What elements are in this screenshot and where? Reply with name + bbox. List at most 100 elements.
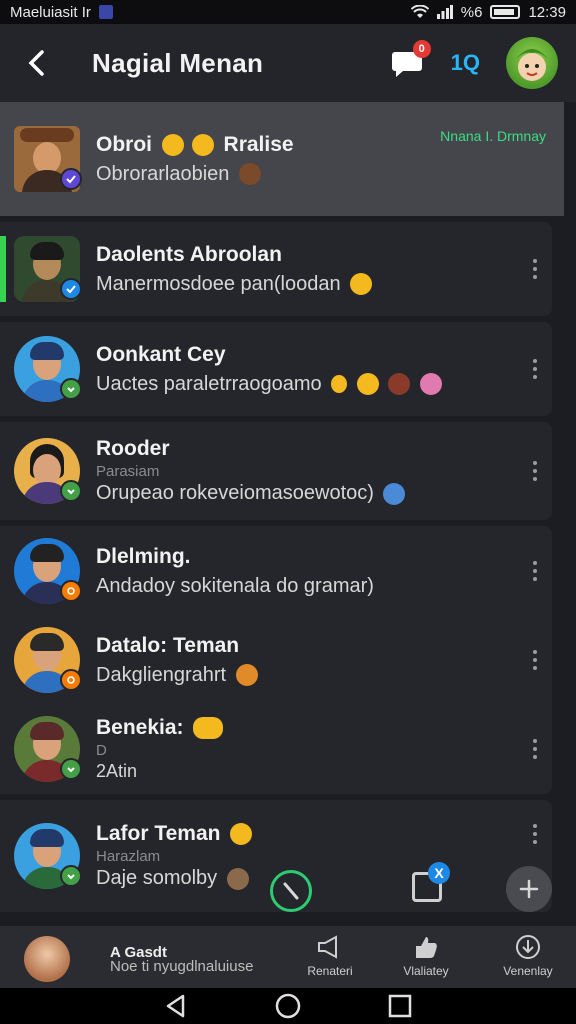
plus-icon [519, 879, 539, 899]
emoji-icon [193, 717, 224, 740]
avatar-icon [516, 49, 548, 81]
chat-name: Daolents Abroolan [96, 242, 282, 266]
avatar [14, 126, 82, 192]
unread-badge: 0 [412, 40, 431, 58]
last-message: 2Atin [96, 761, 138, 781]
page-title: Nagial Menan [92, 47, 264, 78]
more-options-icon[interactable] [532, 461, 538, 481]
chevron-left-icon [28, 50, 44, 76]
chat-name: Benekia: [96, 716, 552, 740]
status-icon [60, 669, 82, 691]
more-options-icon[interactable] [532, 739, 538, 759]
emoji-icon [235, 664, 258, 687]
last-message: Uactes paraletrraogoamo [96, 373, 552, 396]
chat-group: Dlelming. Andadoy sokitenala do gramar) … [0, 526, 552, 794]
chat-name: Lafor Teman [96, 822, 552, 846]
last-message: Andadoy sokitenala do gramar) [96, 574, 374, 597]
app-notification-icon [98, 5, 113, 19]
avatar [14, 627, 82, 693]
megaphone-icon [318, 935, 337, 959]
chat-subtitle: D [96, 742, 107, 759]
avatar [14, 716, 82, 782]
battery-icon [490, 5, 521, 19]
nav-item-venenlay[interactable]: Venenlay [488, 934, 568, 978]
bottom-navigation: A Gasdt Noe ti nyugdlnaluiuse Renateri V… [0, 926, 576, 988]
online-status-icon [60, 378, 82, 400]
chat-row-oonkant[interactable]: Oonkant Cey Uactes paraletrraogoamo [0, 322, 552, 416]
chat-name: Datalo: Teman [96, 633, 240, 657]
last-message: Daje somolby [96, 867, 552, 890]
avatar [14, 236, 82, 302]
nav-item-renateri[interactable]: Renateri [290, 934, 370, 978]
emoji-icon [419, 373, 442, 396]
download-icon [516, 935, 540, 959]
chat-row-datalo[interactable]: Datalo: Teman Dakgliengrahrt [0, 616, 552, 704]
chat-row-obroi[interactable]: Obroi Rralise Obrorarlaobien Nnana I. Dr… [0, 102, 564, 216]
chat-list: Obroi Rralise Obrorarlaobien Nnana I. Dr… [0, 102, 576, 918]
clock: 12:39 [528, 3, 566, 21]
chat-subtitle: Harazlam [96, 848, 161, 865]
smile-emoji-icon [191, 133, 214, 156]
messages-button[interactable]: 0 [391, 40, 431, 78]
chat-row-benekia[interactable]: Benekia: D 2Atin [0, 704, 552, 794]
emoji-icon [331, 375, 348, 394]
chat-subtitle: Parasiam [96, 463, 160, 480]
home-circle-icon[interactable] [274, 992, 302, 1020]
search-label: 1Q [450, 50, 480, 75]
chat-name: Oonkant Cey [96, 342, 226, 366]
avatar [14, 438, 82, 504]
chat-row-daolents[interactable]: Daolents Abroolan Manermosdoee pan(looda… [0, 222, 552, 316]
online-status-icon [60, 865, 82, 887]
back-triangle-icon[interactable] [163, 993, 189, 1019]
status-icon [60, 580, 82, 602]
online-status-icon [60, 480, 82, 502]
last-message: Dakgliengrahrt [96, 664, 552, 687]
chat-row-rooder[interactable]: Rooder Parasiam Orupeao rokeveiomasoewot… [0, 422, 552, 520]
avatar [14, 336, 82, 402]
thumbs-up-icon [416, 937, 437, 958]
carrier-label: Maeluiasit Ir [10, 3, 91, 21]
emoji-icon [230, 823, 253, 846]
chat-name: Dlelming. [96, 544, 191, 568]
verified-icon [60, 168, 82, 190]
system-navigation-bar [0, 988, 576, 1024]
emoji-icon [383, 482, 406, 505]
more-options-icon[interactable] [532, 650, 538, 670]
chat-date: Nnana I. Drmnay [440, 128, 546, 144]
last-message: Obrorarlaobien [96, 163, 564, 186]
emoji-icon [226, 867, 249, 890]
chat-name: Rooder [96, 437, 170, 460]
avatar [14, 823, 82, 889]
emoji-icon [388, 373, 411, 396]
now-playing-subtitle: Noe ti nyugdlnaluiuse [110, 958, 254, 975]
chat-row-dlelming[interactable]: Dlelming. Andadoy sokitenala do gramar) [0, 526, 552, 616]
wifi-icon [410, 5, 429, 18]
back-button[interactable] [18, 45, 54, 81]
add-button[interactable] [506, 866, 552, 912]
more-options-icon[interactable] [532, 259, 538, 279]
signal-icon [436, 5, 453, 19]
profile-avatar-button[interactable] [506, 37, 558, 89]
status-bar: Maeluiasit Ir %6 12:39 [0, 0, 576, 24]
more-options-icon[interactable] [532, 359, 538, 379]
last-message: Orupeao rokeveiomasoewotoc) [96, 482, 552, 505]
smile-emoji-icon [161, 133, 184, 156]
more-options-icon[interactable] [532, 561, 538, 581]
close-badge[interactable]: X [428, 862, 450, 884]
nav-item-vlaliatey[interactable]: Vlaliatey [386, 934, 466, 978]
app-header: Nagial Menan 0 1Q [0, 24, 576, 102]
emoji-icon [356, 373, 379, 396]
more-options-icon[interactable] [532, 823, 538, 844]
battery-percent: %6 [460, 3, 483, 21]
slash-icon [283, 882, 299, 900]
online-status-icon [60, 758, 82, 780]
reaction-emoji-icon [238, 163, 261, 186]
verified-icon [60, 278, 82, 300]
user-avatar[interactable] [24, 936, 70, 982]
recents-square-icon[interactable] [387, 993, 413, 1019]
compose-button[interactable] [270, 870, 312, 912]
avatar [14, 538, 82, 604]
search-button[interactable]: 1Q [451, 50, 480, 76]
last-message: Manermosdoee pan(loodan [96, 273, 552, 296]
emoji-icon [350, 273, 373, 296]
